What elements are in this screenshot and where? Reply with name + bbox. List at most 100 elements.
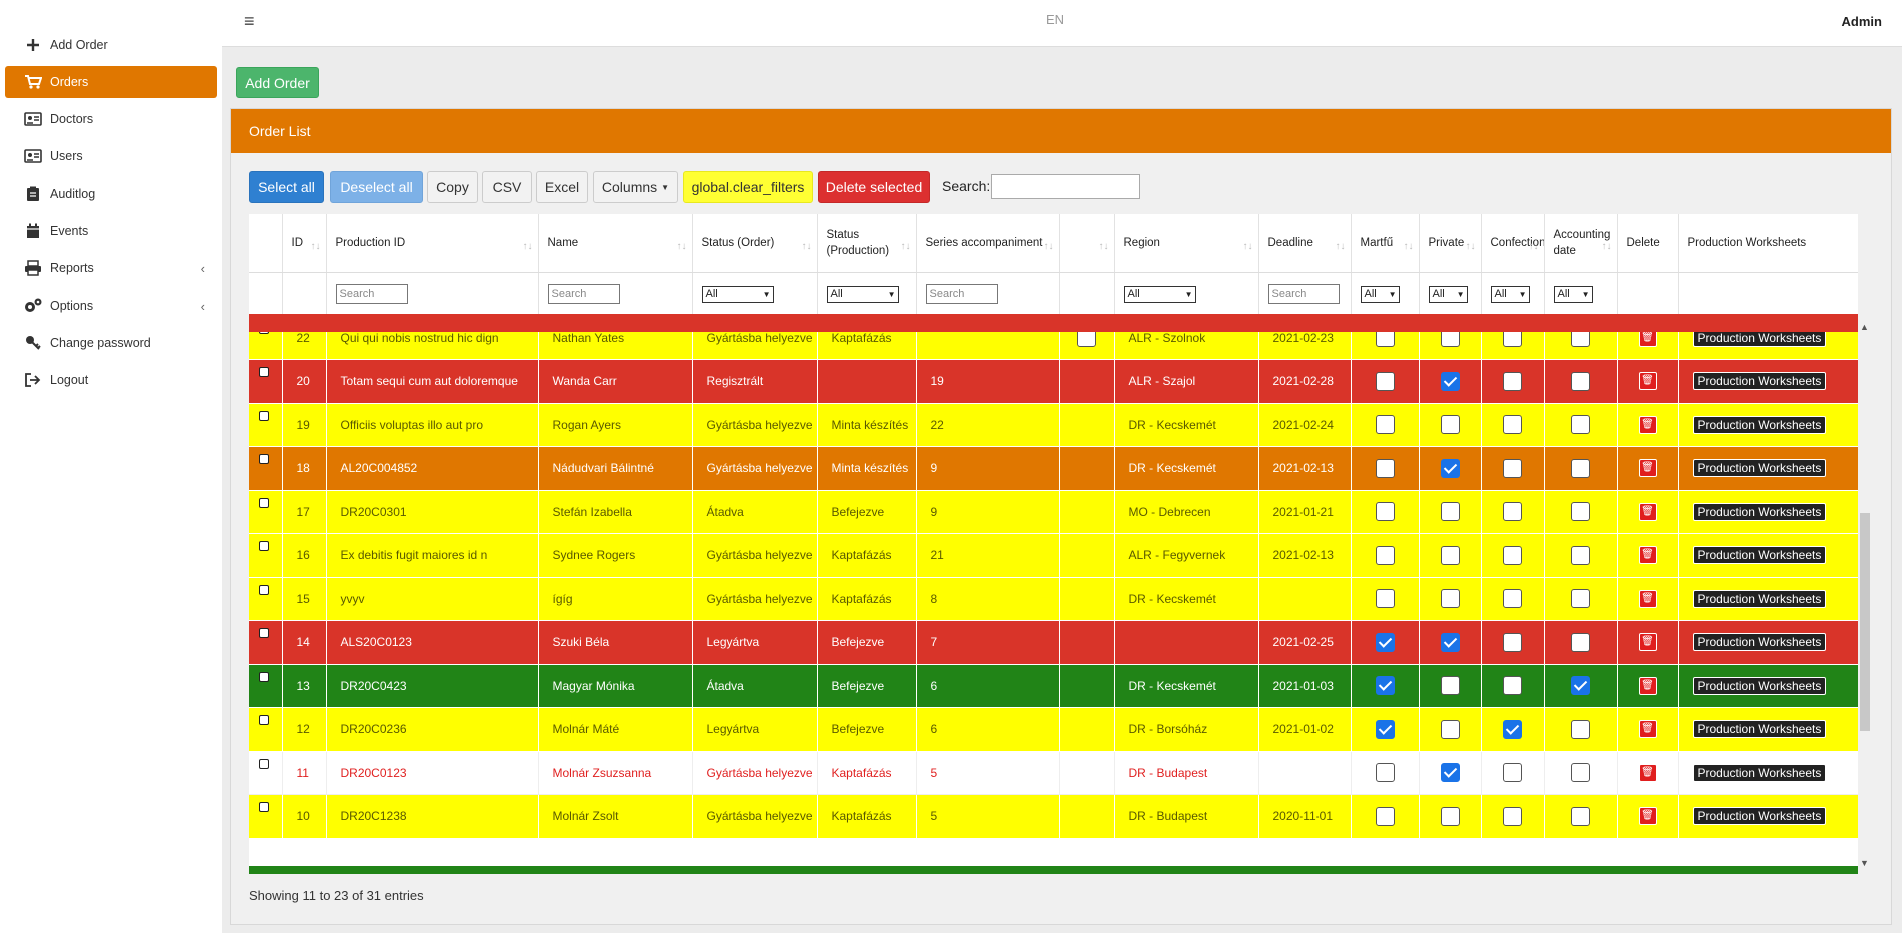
accounting-checkbox[interactable]	[1571, 676, 1590, 696]
row-select-checkbox[interactable]	[259, 802, 269, 812]
production-worksheets-button[interactable]: Production Worksheets	[1692, 589, 1827, 608]
language-selector[interactable]: EN	[1046, 12, 1064, 27]
scroll-up-arrow[interactable]: ▲	[1860, 322, 1869, 332]
martfu-checkbox[interactable]	[1375, 719, 1395, 739]
row-select-checkbox[interactable]	[259, 671, 269, 682]
accounting-checkbox[interactable]	[1571, 502, 1590, 522]
add-order-button[interactable]: Add Order	[236, 67, 319, 98]
column-header-name[interactable]: Name ↑↓	[538, 214, 693, 273]
search-input[interactable]	[991, 174, 1140, 199]
production-worksheets-button[interactable]: Production Worksheets	[1692, 546, 1827, 565]
private-checkbox[interactable]	[1440, 763, 1460, 783]
table-row[interactable]: 11 DR20C0123 Molnár Zsuzsanna Gyártásba hel…	[249, 751, 1858, 795]
accounting-checkbox[interactable]	[1571, 415, 1590, 435]
private-filter-select[interactable]: All ▼	[1428, 285, 1468, 303]
select-all-button[interactable]: Select all	[249, 171, 324, 203]
row-select-checkbox[interactable]	[259, 454, 269, 464]
private-checkbox[interactable]	[1440, 589, 1460, 609]
column-header-status-production[interactable]: Status (Production) ↑↓	[817, 214, 917, 273]
confection-checkbox[interactable]	[1503, 676, 1522, 696]
accounting-checkbox[interactable]	[1571, 763, 1590, 783]
sidebar-item-auditlog[interactable]: Auditlog	[5, 178, 217, 210]
row-select-checkbox[interactable]	[259, 584, 269, 595]
private-checkbox[interactable]	[1440, 415, 1460, 435]
sidebar-item-logout[interactable]: Logout	[5, 364, 217, 396]
row-select-checkbox[interactable]	[259, 541, 269, 551]
trash-icon[interactable]: 🗑	[1638, 415, 1657, 434]
user-menu[interactable]: Admin	[1842, 14, 1882, 29]
table-row[interactable]: 18 AL20C004852 Nádudvari Bálintné Gyártásba…	[249, 446, 1858, 491]
trash-icon[interactable]: 🗑	[1638, 720, 1657, 739]
production-worksheets-button[interactable]: Production Worksheets	[1692, 415, 1827, 434]
confection-filter-select[interactable]: All ▼	[1490, 285, 1530, 303]
martfu-checkbox[interactable]	[1375, 763, 1395, 783]
sidebar-item-reports[interactable]: Reports ‹	[5, 252, 217, 284]
accounting-checkbox[interactable]	[1571, 589, 1590, 609]
confection-checkbox[interactable]	[1503, 589, 1522, 609]
martfu-checkbox[interactable]	[1375, 589, 1395, 609]
production-worksheets-button[interactable]: Production Worksheets	[1692, 372, 1827, 391]
table-row[interactable]: 17 DR20C0301 Stefán Izabella Átadva Befejezv…	[249, 490, 1858, 534]
table-row[interactable]: 13 DR20C0423 Magyar Mónika Átadva Befejezve 6…	[249, 664, 1858, 708]
accounting-checkbox[interactable]	[1571, 371, 1590, 391]
column-header-accounting-date[interactable]: Accounting date ↑↓	[1544, 214, 1618, 273]
menu-icon[interactable]: ≡	[244, 11, 255, 32]
column-header-region[interactable]: Region ↑↓	[1114, 214, 1259, 273]
trash-icon[interactable]: 🗑	[1638, 763, 1657, 782]
status-production-filter-select[interactable]: All ▼	[826, 285, 899, 303]
column-header-confection[interactable]: Confection ↑↓	[1481, 214, 1545, 273]
sidebar-item-add-order[interactable]: Add Order	[5, 29, 217, 61]
column-header-production-id[interactable]: Production ID ↑↓	[326, 214, 539, 273]
region-filter-select[interactable]: All ▼	[1123, 285, 1196, 303]
martfu-checkbox[interactable]	[1375, 458, 1395, 478]
column-header-status-order[interactable]: Status (Order) ↑↓	[692, 214, 818, 273]
columns-button[interactable]: Columns ▼	[593, 171, 678, 203]
trash-icon[interactable]: 🗑	[1638, 502, 1657, 521]
trash-icon[interactable]: 🗑	[1638, 633, 1657, 652]
production-worksheets-button[interactable]: Production Worksheets	[1692, 502, 1827, 521]
series-filter-input[interactable]: Search	[925, 284, 998, 304]
row-select-checkbox[interactable]	[259, 367, 269, 377]
table-row[interactable]: 20 Totam sequi cum aut doloremque Wanda Ca…	[249, 359, 1858, 404]
accounting-checkbox[interactable]	[1571, 719, 1590, 739]
trash-icon[interactable]: 🗑	[1638, 372, 1657, 391]
row-select-checkbox[interactable]	[259, 758, 269, 769]
name-filter-input[interactable]: Search	[547, 284, 620, 304]
martfu-checkbox[interactable]	[1375, 545, 1395, 565]
row-select-checkbox[interactable]	[259, 715, 269, 725]
clear-filters-button[interactable]: global.clear_filters	[683, 171, 813, 203]
martfu-checkbox[interactable]	[1375, 632, 1395, 652]
excel-button[interactable]: Excel	[536, 171, 588, 203]
column-header-series[interactable]: Series accompaniment ↑↓	[916, 214, 1060, 273]
scroll-down-arrow[interactable]: ▼	[1860, 858, 1869, 868]
trash-icon[interactable]: 🗑	[1638, 676, 1657, 695]
production-worksheets-button[interactable]: Production Worksheets	[1692, 807, 1827, 826]
private-checkbox[interactable]	[1440, 806, 1460, 826]
confection-checkbox[interactable]	[1503, 458, 1522, 478]
production-worksheets-button[interactable]: Production Worksheets	[1692, 676, 1827, 695]
sidebar-item-orders[interactable]: Orders	[5, 66, 217, 98]
accounting-checkbox[interactable]	[1571, 545, 1590, 565]
confection-checkbox[interactable]	[1503, 545, 1522, 565]
confection-checkbox[interactable]	[1503, 806, 1522, 826]
table-row[interactable]: 19 Officiis voluptas illo aut pro Rogan Ay…	[249, 403, 1858, 447]
martfu-checkbox[interactable]	[1375, 806, 1395, 826]
production-worksheets-button[interactable]: Production Worksheets	[1692, 763, 1827, 782]
private-checkbox[interactable]	[1440, 632, 1460, 652]
sidebar-item-doctors[interactable]: Doctors	[5, 103, 217, 135]
trash-icon[interactable]: 🗑	[1638, 546, 1657, 565]
row-select-checkbox[interactable]	[259, 497, 269, 508]
column-header-deadline[interactable]: Deadline ↑↓	[1258, 214, 1352, 273]
status-order-filter-select[interactable]: All ▼	[701, 285, 774, 303]
private-checkbox[interactable]	[1440, 719, 1460, 739]
table-row[interactable]: 12 DR20C0236 Molnár Máté Legyártva Befejezve…	[249, 707, 1858, 752]
deadline-filter-input[interactable]: Search	[1267, 284, 1340, 304]
column-header-private[interactable]: Private ↑↓	[1419, 214, 1482, 273]
row-select-checkbox[interactable]	[259, 628, 269, 638]
production-worksheets-button[interactable]: Production Worksheets	[1692, 459, 1827, 478]
accounting-checkbox[interactable]	[1571, 458, 1590, 478]
production-worksheets-button[interactable]: Production Worksheets	[1692, 720, 1827, 739]
sidebar-item-users[interactable]: Users	[5, 140, 217, 172]
column-header-id[interactable]: ID ↑↓	[282, 214, 327, 273]
accounting-checkbox[interactable]	[1571, 632, 1590, 652]
